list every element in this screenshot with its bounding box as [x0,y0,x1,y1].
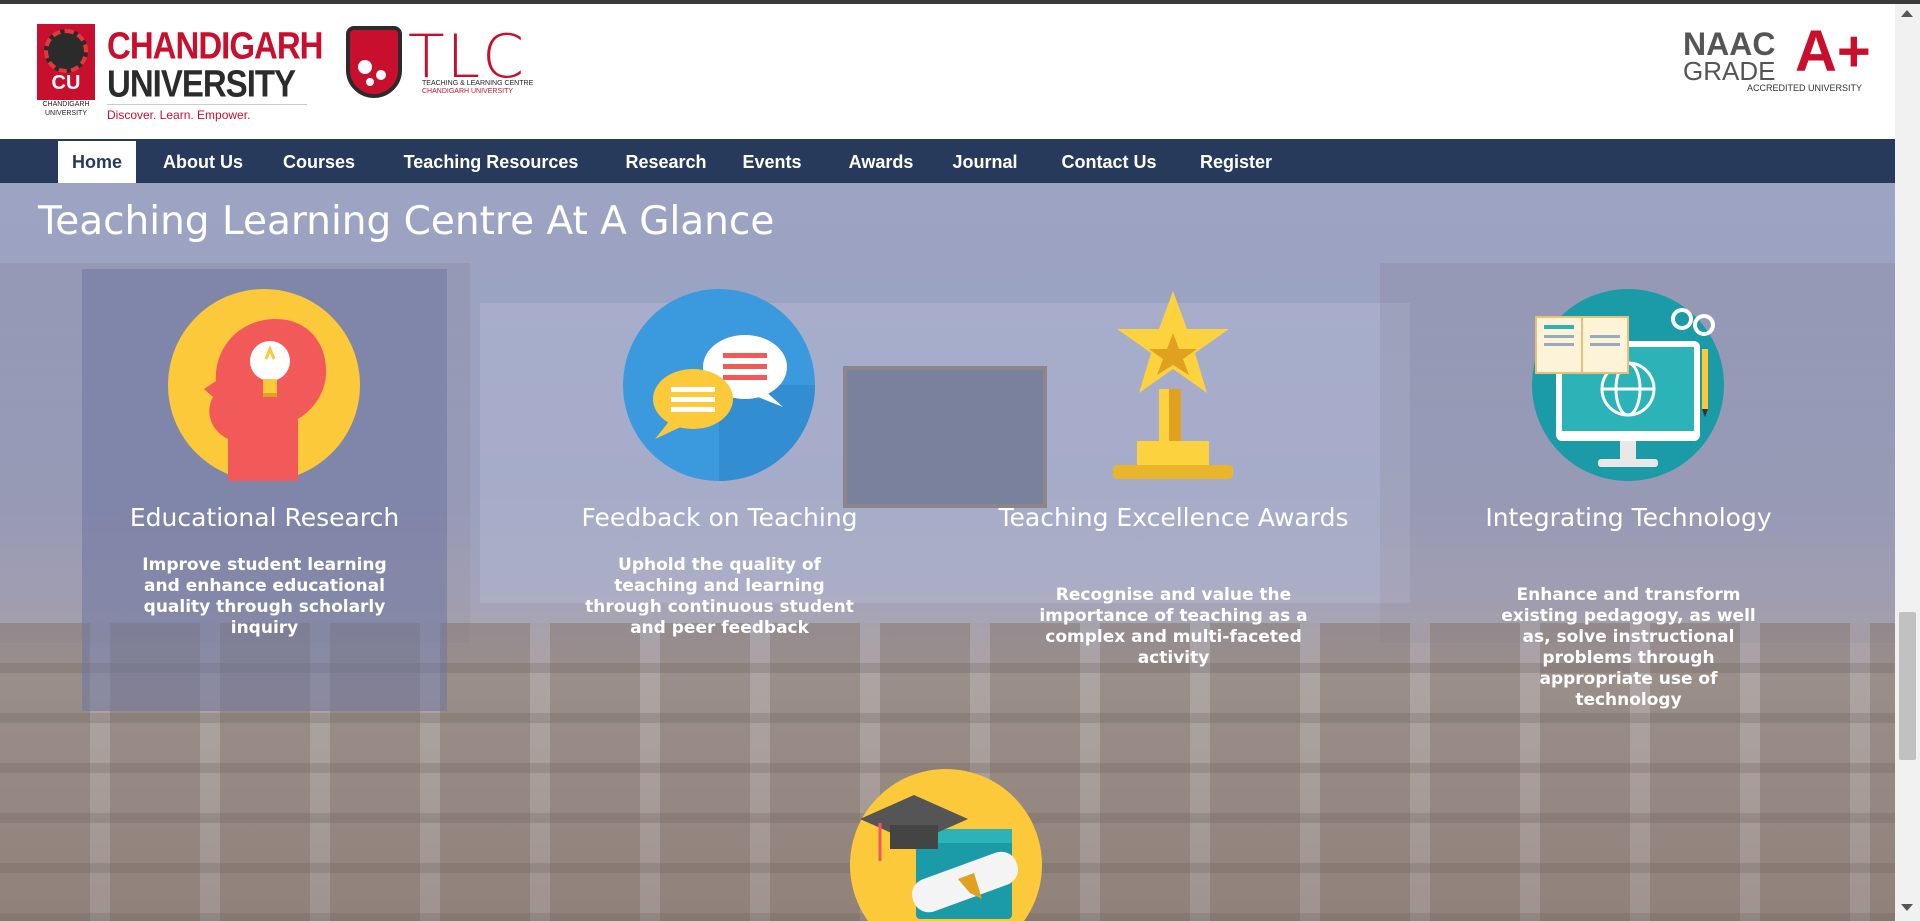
cu-badge: CU CHANDIGARH UNIVERSITY [37,24,95,118]
nav-courses[interactable]: Courses [272,141,366,183]
scroll-down-icon[interactable] [1901,904,1913,911]
trophy-star-icon [1077,289,1269,481]
section-title: Teaching Learning Centre At A Glance [38,199,775,244]
scrollbar-thumb[interactable] [1899,612,1916,760]
chandigarh-university-logo[interactable]: CU CHANDIGARH UNIVERSITY CHANDIGARH UNIV… [37,24,323,124]
page-scrollbar[interactable] [1895,4,1920,921]
tlc-university: CHANDIGARH UNIVERSITY [422,88,514,95]
card-educational-research[interactable]: Educational Research Improve student lea… [82,269,447,711]
computer-book-icon [1532,289,1724,481]
nav-journal[interactable]: Journal [940,141,1030,183]
gear-icon [44,29,88,73]
naac-accredited: ACCREDITED UNIVERSITY [1747,83,1863,93]
card-title: Integrating Technology [1485,503,1772,532]
nav-events[interactable]: Events [734,141,810,183]
nav-research[interactable]: Research [614,141,718,183]
nav-home[interactable]: Home [58,141,136,183]
card-title: Feedback on Teaching [581,503,858,532]
tlc-logo[interactable]: TLC TEACHING & LEARNING CENTRE CHANDIGAR… [346,22,533,104]
main-nav: Home About Us Courses Teaching Resources… [0,139,1895,183]
nav-awards[interactable]: Awards [836,141,926,183]
naac-badge: NAAC GRADE A+ ACCREDITED UNIVERSITY [1683,19,1878,98]
cu-name-line2: UNIVERSITY [107,62,296,105]
cu-badge-text: CU [51,72,81,94]
card-teaching-excellence-awards[interactable]: Teaching Excellence Awards Recognise and… [991,269,1356,711]
card-title: Teaching Excellence Awards [998,503,1349,532]
card-description: Uphold the quality of teaching and learn… [585,555,854,638]
nav-contact-us[interactable]: Contact Us [1046,141,1172,183]
card-feedback-on-teaching[interactable]: Feedback on Teaching Uphold the quality … [537,269,902,711]
nav-teaching-resources[interactable]: Teaching Resources [382,141,600,183]
graduation-cap-diploma-icon [850,769,1042,921]
card-description: Enhance and transform existing pedagogy,… [1501,585,1756,710]
card-integrating-technology[interactable]: Integrating Technology Enhance and trans… [1446,269,1811,711]
glance-section: Teaching Learning Centre At A Glance Edu… [0,183,1895,921]
scroll-up-icon[interactable] [1901,10,1913,17]
nav-about-us[interactable]: About Us [150,141,256,183]
cu-divider [107,104,307,105]
card-description: Improve student learning and enhance edu… [142,555,387,638]
cu-badge-sub: CHANDIGARH UNIVERSITY [37,100,95,118]
tlc-subtitle: TEACHING & LEARNING CENTRE [422,80,534,87]
cu-tagline: Discover. Learn. Empower. [107,108,251,122]
naac-grade-value: A+ [1795,19,1871,84]
card-description: Recognise and value the importance of te… [1039,585,1308,668]
head-lightbulb-icon [168,289,360,481]
card-title: Educational Research [129,503,400,532]
chat-bubbles-icon [623,289,815,481]
tlc-shield-icon [346,26,402,98]
page: CU CHANDIGARH UNIVERSITY CHANDIGARH UNIV… [0,4,1895,921]
nav-register[interactable]: Register [1188,141,1284,183]
site-header: CU CHANDIGARH UNIVERSITY CHANDIGARH UNIV… [0,4,1895,139]
